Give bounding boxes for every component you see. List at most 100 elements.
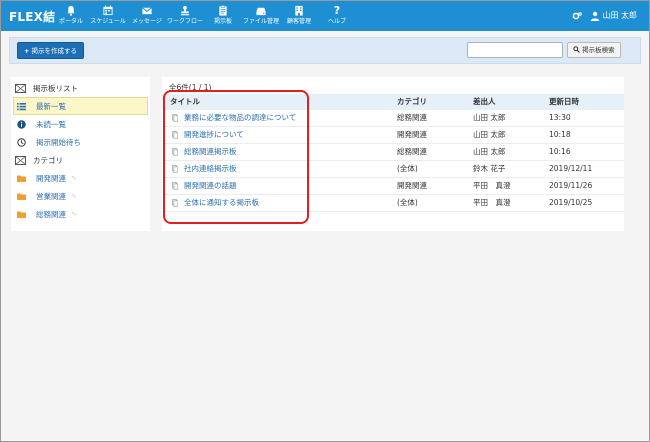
result-count: 全6件(1 / 1): [169, 83, 212, 92]
bulletin-sidebar: 掲示板リスト 最新一覧 未読一覧 掲示開始待ち カテゴリ 開発関連 ∿ 営業関連…: [11, 77, 150, 231]
info-circle-icon: [17, 119, 26, 129]
post-sender: 山田 太郎: [473, 130, 506, 139]
document-icon: [172, 199, 178, 207]
post-category: 開発関連: [397, 130, 427, 139]
category-label: 営業関連: [36, 191, 66, 201]
board-list-title: 掲示板リスト: [33, 83, 78, 93]
stamp-icon: [166, 4, 204, 17]
post-updated: 2019/11/26: [549, 181, 593, 190]
post-updated: 2019/12/11: [549, 164, 593, 173]
top-navigation-bar: FLEX結 ポータル スケジュール メッセージ ワークフロー 掲示板 ファイル管…: [1, 1, 649, 31]
action-toolbar: + 掲示を作成する 掲示板検索: [9, 37, 641, 64]
nav-help[interactable]: ? ヘルプ: [318, 4, 356, 30]
table-header: タイトル カテゴリ 差出人 更新日時: [162, 94, 624, 110]
sidebar-item-pending[interactable]: 掲示開始待ち: [11, 133, 150, 151]
sidebar-item-unread[interactable]: 未読一覧: [11, 115, 150, 133]
table-row[interactable]: 業務に必要な物品の調達について 総務関連 山田 太郎 13:30: [162, 110, 624, 127]
nav-label: ポータル: [58, 18, 83, 25]
column-header-category[interactable]: カテゴリ: [397, 94, 427, 110]
post-sender: 鈴木 花子: [473, 164, 506, 173]
table-row[interactable]: 社内連絡掲示板 (全体) 鈴木 花子 2019/12/11: [162, 161, 624, 178]
nav-label: 掲示板: [213, 18, 232, 25]
rss-icon[interactable]: ∿: [71, 174, 77, 182]
post-category: 開発関連: [397, 181, 427, 190]
building-icon: [280, 4, 318, 17]
sidebar-item-label: 最新一覧: [36, 101, 66, 111]
post-category: 総務関連: [397, 147, 427, 156]
table-row[interactable]: 全体に通知する掲示板 (全体) 平田 真澄 2019/10/25: [162, 195, 624, 212]
nav-customer-management[interactable]: 顧客管理: [280, 4, 318, 30]
nav-message[interactable]: メッセージ: [128, 4, 166, 30]
category-title: カテゴリ: [33, 155, 63, 165]
column-header-title[interactable]: タイトル: [170, 94, 200, 110]
sidebar-item-label: 掲示開始待ち: [36, 137, 81, 147]
table-row[interactable]: 開発進捗について 開発関連 山田 太郎 10:18: [162, 127, 624, 144]
user-icon: [590, 11, 600, 21]
rss-icon[interactable]: ∿: [71, 210, 77, 218]
sidebar-item-latest[interactable]: 最新一覧: [13, 97, 148, 115]
sidebar-item-label: 未読一覧: [36, 119, 66, 129]
nav-label: スケジュール: [90, 18, 126, 25]
column-header-updated[interactable]: 更新日時: [549, 94, 579, 110]
board-list-icon: [15, 83, 26, 93]
document-icon: [172, 131, 178, 139]
board-list-header: 掲示板リスト: [11, 79, 150, 97]
post-title-link[interactable]: 社内連絡掲示板: [184, 161, 237, 177]
category-item-sales[interactable]: 営業関連 ∿: [11, 187, 150, 205]
nav-portal[interactable]: ポータル: [52, 4, 90, 30]
nav-schedule[interactable]: スケジュール: [89, 4, 127, 30]
board-search-input[interactable]: [467, 42, 563, 58]
nav-file-management[interactable]: ファイル管理: [242, 4, 280, 30]
document-icon: [172, 165, 178, 173]
nav-label: ヘルプ: [327, 18, 346, 25]
post-title-link[interactable]: 開発関連の話題: [184, 178, 237, 194]
post-title-link[interactable]: 開発進捗について: [184, 127, 244, 143]
post-title-link[interactable]: 総務関連掲示板: [184, 144, 237, 160]
rss-icon[interactable]: ∿: [71, 192, 77, 200]
user-menu[interactable]: 山田 太郎: [572, 10, 637, 21]
nav-label: 顧客管理: [286, 18, 311, 25]
document-icon: [172, 114, 178, 122]
post-updated: 10:16: [549, 147, 571, 156]
create-post-button[interactable]: + 掲示を作成する: [17, 42, 85, 59]
question-icon: ?: [333, 4, 341, 17]
nav-workflow[interactable]: ワークフロー: [166, 4, 204, 30]
category-label: 開発関連: [36, 173, 66, 183]
post-sender: 平田 真澄: [473, 198, 511, 207]
table-row[interactable]: 総務関連掲示板 総務関連 山田 太郎 10:16: [162, 144, 624, 161]
user-name: 山田 太郎: [602, 11, 637, 20]
post-sender: 山田 太郎: [473, 147, 506, 156]
hdd-icon: [242, 4, 280, 17]
post-list-panel: 全6件(1 / 1) タイトル カテゴリ 差出人 更新日時 業務に必要な物品の調…: [162, 77, 624, 231]
app-logo[interactable]: FLEX結: [9, 8, 55, 25]
post-updated: 10:18: [549, 130, 571, 139]
category-header: カテゴリ: [11, 151, 150, 169]
settings-cog-icon[interactable]: [572, 11, 583, 20]
search-icon: [573, 46, 580, 54]
nav-label: ワークフロー: [166, 18, 203, 25]
post-category: (全体): [397, 164, 418, 173]
category-item-general-affairs[interactable]: 総務関連 ∿: [11, 205, 150, 223]
table-row[interactable]: 開発関連の話題 開発関連 平田 真澄 2019/11/26: [162, 178, 624, 195]
board-search-button[interactable]: 掲示板検索: [567, 42, 621, 58]
plus-icon: +: [24, 47, 30, 55]
column-header-sender[interactable]: 差出人: [473, 94, 496, 110]
folder-icon: [17, 211, 26, 218]
envelope-icon: [128, 4, 166, 17]
document-icon: [172, 148, 178, 156]
post-title-link[interactable]: 業務に必要な物品の調達について: [184, 110, 296, 126]
nav-bulletin-board[interactable]: 掲示板: [204, 4, 242, 30]
category-label: 総務関連: [36, 209, 66, 219]
post-sender: 平田 真澄: [473, 181, 511, 190]
nav-label: メッセージ: [132, 18, 162, 25]
bell-icon: [52, 4, 90, 17]
post-updated: 13:30: [549, 113, 571, 122]
post-title-link[interactable]: 全体に通知する掲示板: [184, 195, 259, 211]
clock-icon: [17, 137, 26, 147]
clipboard-icon: [204, 4, 242, 17]
post-category: (全体): [397, 198, 418, 207]
category-item-development[interactable]: 開発関連 ∿: [11, 169, 150, 187]
folder-icon: [17, 193, 26, 200]
post-updated: 2019/10/25: [549, 198, 593, 207]
create-post-label: 掲示を作成する: [31, 47, 78, 55]
